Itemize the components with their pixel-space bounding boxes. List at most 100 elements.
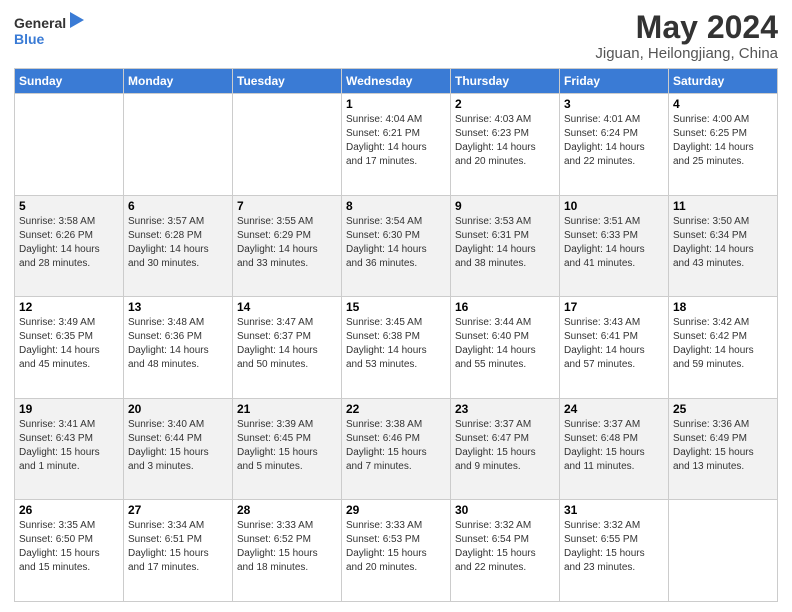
day-number: 3 — [564, 97, 664, 111]
col-thursday: Thursday — [451, 69, 560, 94]
day-info: Sunrise: 3:37 AM Sunset: 6:47 PM Dayligh… — [455, 418, 555, 474]
day-info: Sunrise: 4:01 AM Sunset: 6:24 PM Dayligh… — [564, 113, 664, 169]
day-number: 2 — [455, 97, 555, 111]
col-sunday: Sunday — [15, 69, 124, 94]
logo: General Blue — [14, 10, 84, 57]
day-info: Sunrise: 3:47 AM Sunset: 6:37 PM Dayligh… — [237, 316, 337, 372]
header: General Blue May 2024 Jiguan, Heilongjia… — [14, 10, 778, 62]
day-number: 13 — [128, 300, 228, 314]
calendar-cell: 18 Sunrise: 3:42 AM Sunset: 6:42 PM Dayli… — [669, 297, 778, 399]
day-number: 16 — [455, 300, 555, 314]
day-number: 7 — [237, 199, 337, 213]
calendar-cell: 24 Sunrise: 3:37 AM Sunset: 6:48 PM Dayli… — [560, 398, 669, 500]
day-info: Sunrise: 3:33 AM Sunset: 6:53 PM Dayligh… — [346, 519, 446, 575]
calendar-week-2: 5 Sunrise: 3:58 AM Sunset: 6:26 PM Daylig… — [15, 195, 778, 297]
calendar-cell: 15 Sunrise: 3:45 AM Sunset: 6:38 PM Dayli… — [342, 297, 451, 399]
calendar-cell: 19 Sunrise: 3:41 AM Sunset: 6:43 PM Dayli… — [15, 398, 124, 500]
day-number: 19 — [19, 402, 119, 416]
calendar-cell: 1Sunrise: 4:04 AM Sunset: 6:21 PM Daylig… — [342, 94, 451, 196]
page: General Blue May 2024 Jiguan, Heilongjia… — [0, 0, 792, 612]
day-number: 22 — [346, 402, 446, 416]
calendar-cell: 4 Sunrise: 4:00 AM Sunset: 6:25 PM Daylig… — [669, 94, 778, 196]
calendar-table: Sunday Monday Tuesday Wednesday Thursday… — [14, 68, 778, 602]
day-number: 8 — [346, 199, 446, 213]
day-number: 21 — [237, 402, 337, 416]
calendar-cell: 10 Sunrise: 3:51 AM Sunset: 6:33 PM Dayli… — [560, 195, 669, 297]
calendar-cell: 8 Sunrise: 3:54 AM Sunset: 6:30 PM Daylig… — [342, 195, 451, 297]
day-number: 9 — [455, 199, 555, 213]
day-number: 26 — [19, 503, 119, 517]
calendar-cell: 31Sunrise: 3:32 AM Sunset: 6:55 PM Dayli… — [560, 500, 669, 602]
day-info: Sunrise: 3:45 AM Sunset: 6:38 PM Dayligh… — [346, 316, 446, 372]
day-info: Sunrise: 3:53 AM Sunset: 6:31 PM Dayligh… — [455, 215, 555, 271]
calendar-cell: 29 Sunrise: 3:33 AM Sunset: 6:53 PM Dayli… — [342, 500, 451, 602]
day-info: Sunrise: 3:48 AM Sunset: 6:36 PM Dayligh… — [128, 316, 228, 372]
day-number: 14 — [237, 300, 337, 314]
col-monday: Monday — [124, 69, 233, 94]
calendar-week-1: 1Sunrise: 4:04 AM Sunset: 6:21 PM Daylig… — [15, 94, 778, 196]
col-saturday: Saturday — [669, 69, 778, 94]
calendar-cell: 13 Sunrise: 3:48 AM Sunset: 6:36 PM Dayli… — [124, 297, 233, 399]
day-info: Sunrise: 3:58 AM Sunset: 6:26 PM Dayligh… — [19, 215, 119, 271]
day-number: 24 — [564, 402, 664, 416]
day-number: 23 — [455, 402, 555, 416]
day-number: 20 — [128, 402, 228, 416]
day-number: 27 — [128, 503, 228, 517]
day-number: 5 — [19, 199, 119, 213]
svg-text:General: General — [14, 15, 66, 31]
logo-area: General Blue — [14, 10, 84, 57]
calendar-cell: 16 Sunrise: 3:44 AM Sunset: 6:40 PM Dayli… — [451, 297, 560, 399]
day-info: Sunrise: 3:43 AM Sunset: 6:41 PM Dayligh… — [564, 316, 664, 372]
day-info: Sunrise: 3:54 AM Sunset: 6:30 PM Dayligh… — [346, 215, 446, 271]
day-info: Sunrise: 3:34 AM Sunset: 6:51 PM Dayligh… — [128, 519, 228, 575]
calendar-cell: 30Sunrise: 3:32 AM Sunset: 6:54 PM Dayli… — [451, 500, 560, 602]
day-info: Sunrise: 3:51 AM Sunset: 6:33 PM Dayligh… — [564, 215, 664, 271]
calendar-cell: 2 Sunrise: 4:03 AM Sunset: 6:23 PM Daylig… — [451, 94, 560, 196]
col-wednesday: Wednesday — [342, 69, 451, 94]
calendar-cell: 12Sunrise: 3:49 AM Sunset: 6:35 PM Dayli… — [15, 297, 124, 399]
calendar-cell: 23 Sunrise: 3:37 AM Sunset: 6:47 PM Dayli… — [451, 398, 560, 500]
calendar-cell — [233, 94, 342, 196]
calendar-cell: 27 Sunrise: 3:34 AM Sunset: 6:51 PM Dayli… — [124, 500, 233, 602]
day-info: Sunrise: 3:38 AM Sunset: 6:46 PM Dayligh… — [346, 418, 446, 474]
calendar-cell — [124, 94, 233, 196]
day-info: Sunrise: 3:40 AM Sunset: 6:44 PM Dayligh… — [128, 418, 228, 474]
calendar-cell — [669, 500, 778, 602]
day-info: Sunrise: 4:00 AM Sunset: 6:25 PM Dayligh… — [673, 113, 773, 169]
calendar-cell: 26 Sunrise: 3:35 AM Sunset: 6:50 PM Dayli… — [15, 500, 124, 602]
month-title: May 2024 — [595, 10, 778, 45]
day-info: Sunrise: 3:36 AM Sunset: 6:49 PM Dayligh… — [673, 418, 773, 474]
calendar-cell — [15, 94, 124, 196]
location-title: Jiguan, Heilongjiang, China — [595, 45, 778, 62]
day-number: 1 — [346, 97, 446, 111]
day-number: 15 — [346, 300, 446, 314]
day-number: 4 — [673, 97, 773, 111]
day-number: 29 — [346, 503, 446, 517]
day-number: 28 — [237, 503, 337, 517]
calendar-cell: 9 Sunrise: 3:53 AM Sunset: 6:31 PM Daylig… — [451, 195, 560, 297]
day-info: Sunrise: 3:42 AM Sunset: 6:42 PM Dayligh… — [673, 316, 773, 372]
day-info: Sunrise: 3:55 AM Sunset: 6:29 PM Dayligh… — [237, 215, 337, 271]
day-info: Sunrise: 4:03 AM Sunset: 6:23 PM Dayligh… — [455, 113, 555, 169]
col-tuesday: Tuesday — [233, 69, 342, 94]
day-info: Sunrise: 3:37 AM Sunset: 6:48 PM Dayligh… — [564, 418, 664, 474]
calendar-week-3: 12Sunrise: 3:49 AM Sunset: 6:35 PM Dayli… — [15, 297, 778, 399]
day-number: 10 — [564, 199, 664, 213]
calendar-cell: 14 Sunrise: 3:47 AM Sunset: 6:37 PM Dayli… — [233, 297, 342, 399]
day-info: Sunrise: 3:44 AM Sunset: 6:40 PM Dayligh… — [455, 316, 555, 372]
day-info: Sunrise: 3:32 AM Sunset: 6:55 PM Dayligh… — [564, 519, 664, 575]
day-info: Sunrise: 3:50 AM Sunset: 6:34 PM Dayligh… — [673, 215, 773, 271]
day-info: Sunrise: 3:35 AM Sunset: 6:50 PM Dayligh… — [19, 519, 119, 575]
day-number: 17 — [564, 300, 664, 314]
day-info: Sunrise: 3:41 AM Sunset: 6:43 PM Dayligh… — [19, 418, 119, 474]
day-number: 25 — [673, 402, 773, 416]
svg-text:Blue: Blue — [14, 31, 45, 47]
calendar-cell: 6Sunrise: 3:57 AM Sunset: 6:28 PM Daylig… — [124, 195, 233, 297]
day-number: 30 — [455, 503, 555, 517]
day-number: 6 — [128, 199, 228, 213]
day-info: Sunrise: 3:33 AM Sunset: 6:52 PM Dayligh… — [237, 519, 337, 575]
calendar-header-row: Sunday Monday Tuesday Wednesday Thursday… — [15, 69, 778, 94]
day-number: 18 — [673, 300, 773, 314]
calendar-cell: 22 Sunrise: 3:38 AM Sunset: 6:46 PM Dayli… — [342, 398, 451, 500]
day-number: 12 — [19, 300, 119, 314]
